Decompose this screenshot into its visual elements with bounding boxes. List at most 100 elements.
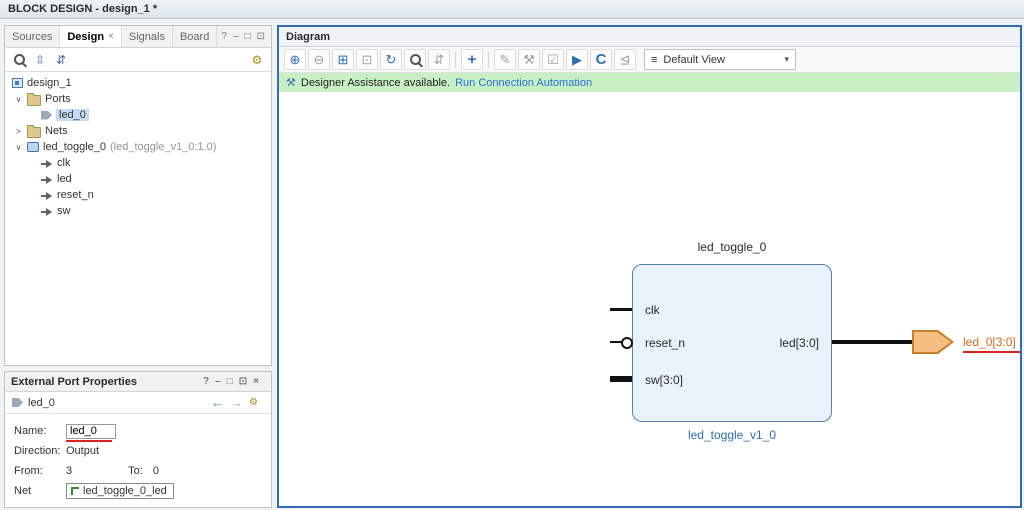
properties-object-row: led_0 ← → ⚙: [5, 392, 271, 414]
tree-item-reset-n[interactable]: reset_n: [5, 187, 271, 203]
tree-item-led-toggle-0[interactable]: ∨ led_toggle_0 (led_toggle_v1_0:1.0): [5, 139, 271, 155]
close-icon[interactable]: ×: [253, 376, 259, 387]
clk-pin-stub[interactable]: [610, 308, 632, 311]
pin-in-icon: [41, 191, 53, 200]
reset-n-active-low-bubble: [621, 337, 633, 349]
expander-open-icon[interactable]: ∨: [14, 95, 23, 104]
net-field-row: Net led_toggle_0_led: [14, 481, 262, 501]
led-bus-wire[interactable]: [832, 340, 912, 344]
direction-value: Output: [66, 445, 100, 457]
sw-bus-stub[interactable]: [610, 376, 632, 382]
tab-design[interactable]: Design ×: [60, 26, 122, 47]
panel-window-controls: ? – □ ⊡: [221, 26, 271, 47]
nav-forward-icon[interactable]: →: [230, 395, 243, 410]
port-label-sw[interactable]: sw[3:0]: [645, 373, 683, 387]
diagram-canvas[interactable]: led_toggle_0 clk reset_n sw[3:0] led[3:0…: [279, 92, 1020, 506]
diagram-search-button[interactable]: [404, 49, 426, 70]
properties-object-label: led_0: [28, 396, 55, 409]
name-input[interactable]: [66, 423, 116, 439]
tree-item-label: Ports: [45, 93, 71, 105]
tab-board[interactable]: Board: [173, 26, 218, 47]
tree-item-label: led_toggle_0: [43, 141, 107, 153]
maximize-icon[interactable]: ⊡: [257, 31, 265, 42]
port-icon: [12, 398, 23, 407]
tree-item-led[interactable]: led: [5, 171, 271, 187]
float-icon[interactable]: □: [245, 31, 251, 42]
chevron-down-icon: ▾: [784, 54, 789, 64]
net-value: led_toggle_0_led: [83, 485, 167, 497]
port-label-reset-n[interactable]: reset_n: [645, 336, 685, 350]
maximize-icon[interactable]: ⊡: [239, 376, 247, 387]
zoom-in-button[interactable]: ⊕: [284, 49, 306, 70]
zoom-fit-button[interactable]: ⊞: [332, 49, 354, 70]
minimize-icon[interactable]: –: [215, 376, 221, 387]
tree-item-led-0[interactable]: led_0: [5, 107, 271, 123]
float-icon[interactable]: □: [227, 376, 233, 387]
tree-settings-button[interactable]: ⚙: [248, 51, 266, 69]
interface-view-button[interactable]: ⊴: [614, 49, 636, 70]
tree-toolbar: ⇳ ⇵ ⚙: [5, 48, 271, 72]
refresh-button[interactable]: ↻: [380, 49, 402, 70]
tree-item-label: sw: [57, 205, 71, 217]
zoom-out-button[interactable]: ⊖: [308, 49, 330, 70]
design-hierarchy-panel: Sources Design × Signals Board ? – □ ⊡ ⇳…: [4, 25, 272, 366]
pin-in-icon: [41, 207, 53, 216]
zoom-to-selection-button[interactable]: ⊡: [356, 49, 378, 70]
properties-window-controls: ? – □ ⊡ ×: [203, 376, 265, 387]
properties-settings-icon[interactable]: ⚙: [249, 397, 258, 408]
block-led-toggle-0[interactable]: clk reset_n sw[3:0] led[3:0]: [632, 264, 832, 422]
run-automation-button[interactable]: ▶: [566, 49, 588, 70]
regenerate-layout-button[interactable]: C: [590, 49, 612, 70]
customize-block-button[interactable]: ⚒: [518, 49, 540, 70]
tree-item-label-selected: led_0: [56, 109, 89, 121]
tree-item-label: led: [57, 173, 72, 185]
net-icon: [71, 487, 79, 495]
net-chip[interactable]: led_toggle_0_led: [66, 483, 174, 499]
help-icon[interactable]: ?: [203, 376, 209, 387]
collapse-all-button[interactable]: ⇳: [31, 51, 49, 69]
from-label: From:: [14, 465, 43, 477]
tab-close-icon[interactable]: ×: [108, 31, 114, 42]
tree-item-design-1[interactable]: design_1: [5, 75, 271, 91]
view-selector-value: Default View: [663, 53, 725, 66]
expander-closed-icon[interactable]: >: [14, 127, 23, 136]
folder-icon: [27, 124, 41, 138]
external-port-label[interactable]: led_0[3:0]: [963, 335, 1016, 349]
tab-signals-label: Signals: [128, 30, 165, 43]
search-button[interactable]: [10, 51, 28, 69]
tree-item-suffix: (led_toggle_v1_0:1.0): [110, 141, 217, 153]
port-label-led[interactable]: led[3:0]: [780, 336, 819, 350]
pin-in-icon: [41, 159, 53, 168]
diagram-panel: Diagram ⊕ ⊖ ⊞ ⊡ ↻ ⇵ + ✎ ⚒ ☑ ▶ C ⊴ ≡ Defa…: [277, 25, 1022, 508]
to-label: To:: [128, 465, 143, 477]
run-connection-automation-link[interactable]: Run Connection Automation: [455, 77, 592, 89]
tree-item-sw[interactable]: sw: [5, 203, 271, 219]
name-label: Name:: [14, 425, 47, 437]
expander-open-icon[interactable]: ∨: [14, 143, 23, 152]
tab-signals[interactable]: Signals: [122, 26, 173, 47]
tree-item-nets[interactable]: > Nets: [5, 123, 271, 139]
external-port-shape[interactable]: [912, 330, 954, 354]
banner-text: Designer Assistance available.: [300, 76, 451, 89]
tab-sources[interactable]: Sources: [5, 26, 61, 47]
tab-design-label: Design: [67, 30, 105, 43]
tree-item-ports[interactable]: ∨ Ports: [5, 91, 271, 107]
add-ip-button[interactable]: +: [461, 49, 483, 70]
validate-design-button[interactable]: ☑: [542, 49, 564, 70]
properties-nav-controls: ← → ⚙: [211, 395, 264, 410]
annotate-button[interactable]: ✎: [494, 49, 516, 70]
minimize-icon[interactable]: –: [233, 31, 239, 42]
diagram-header: Diagram: [279, 27, 1020, 47]
range-field-row: From: 3 To: 0: [14, 461, 262, 481]
expand-all-button[interactable]: ⇵: [52, 51, 70, 69]
design-tree: design_1 ∨ Ports led_0 > Nets ∨ led_togg…: [5, 72, 271, 365]
search-icon: [13, 54, 25, 65]
port-label-clk[interactable]: clk: [645, 303, 660, 317]
tree-item-clk[interactable]: clk: [5, 155, 271, 171]
help-icon[interactable]: ?: [221, 31, 227, 42]
tab-sources-label: Sources: [12, 30, 53, 43]
view-selector-dropdown[interactable]: ≡ Default View ▾: [644, 49, 796, 70]
search-icon: [409, 54, 421, 65]
collapse-button[interactable]: ⇵: [428, 49, 450, 70]
nav-back-icon[interactable]: ←: [211, 395, 224, 410]
